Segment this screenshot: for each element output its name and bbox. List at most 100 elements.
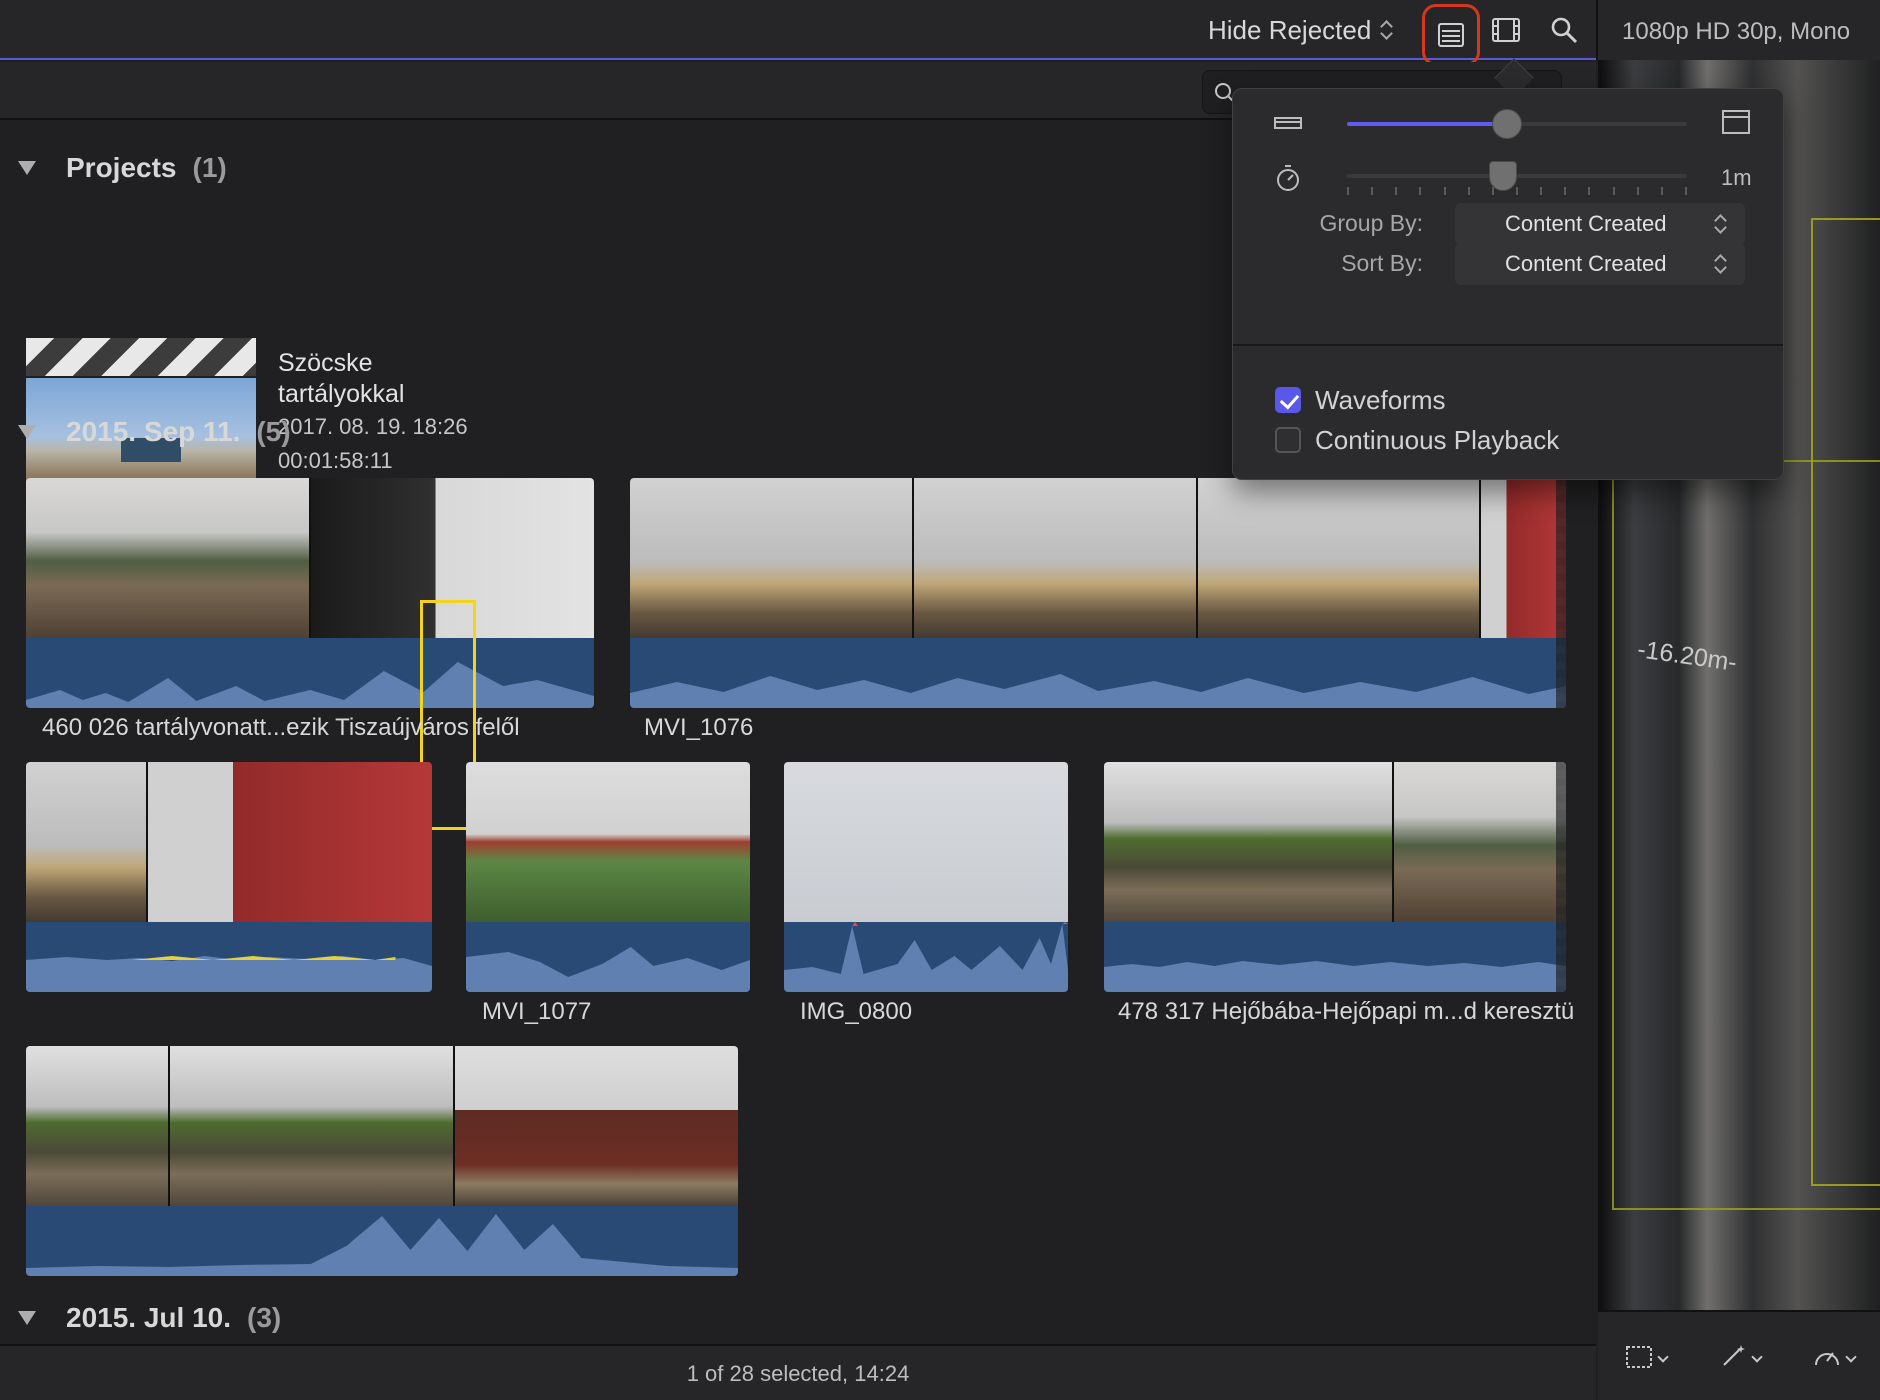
date-section-header-sep[interactable]: 2015. Sep 11. (5) — [18, 416, 291, 448]
speedometer-icon — [1815, 1352, 1839, 1366]
audio-waveform — [1104, 922, 1566, 992]
filmstrip-icon — [1492, 18, 1520, 42]
magic-wand-icon — [1723, 1345, 1745, 1366]
clip-name: IMG_0800 — [800, 998, 913, 1025]
selection-status: 1 of 28 selected, 14:24 — [686, 1361, 910, 1386]
clip-name: MVI_1077 — [482, 998, 592, 1025]
date-section-header-jul[interactable]: 2015. Jul 10. (3) — [18, 1302, 281, 1334]
frame-image — [169, 1046, 455, 1206]
clip-appearance-button[interactable] — [1422, 4, 1480, 66]
clip-frames — [26, 478, 594, 638]
project-date: 2017. 08. 19. 18:26 — [278, 414, 468, 439]
clip-frames — [26, 762, 432, 922]
up-down-icon — [1713, 251, 1727, 277]
clip-name: MVI_1076 — [644, 714, 754, 741]
browser-toolbar: Hide Rejected — [0, 0, 1596, 66]
project-title-line2: tartályokkal — [278, 380, 405, 408]
transform-menu[interactable] — [1618, 1337, 1672, 1377]
waveforms-option[interactable]: Waveforms — [1275, 385, 1446, 415]
popover-divider — [1233, 344, 1783, 346]
frame-image — [454, 1046, 738, 1206]
clip-name: 460 026 tartályvonatt...ezik Tiszaújváro… — [42, 714, 520, 741]
browser-status-bar: 1 of 28 selected, 14:24 — [0, 1344, 1596, 1400]
frame-image — [26, 1046, 170, 1206]
clip-height-large-icon — [1722, 110, 1750, 134]
project-title-line1: Szöcske — [278, 349, 373, 377]
clip-frames — [784, 762, 1068, 922]
frame-image — [913, 478, 1198, 638]
sort-by-select[interactable]: Content Created — [1455, 243, 1745, 285]
filmstrip-view-button[interactable] — [1484, 8, 1528, 52]
clip-frames — [26, 1046, 738, 1206]
frame-image — [1104, 762, 1394, 922]
clip-edge — [1556, 478, 1566, 708]
final-cut-pro-browser: Hide Rejected 1080p HD 30p, Mono Project… — [0, 0, 1880, 1400]
clip-height-small-icon — [1274, 117, 1302, 129]
enhancement-menu[interactable] — [1712, 1337, 1766, 1377]
slider-knob[interactable] — [1491, 109, 1522, 139]
clip-frames — [1104, 762, 1566, 922]
continuous-playback-option[interactable]: Continuous Playback — [1275, 425, 1559, 455]
frame-image — [630, 478, 914, 638]
clip-thumbnail[interactable] — [466, 762, 750, 992]
clip-appearance-popover: 1m Group By: Content Created Sort By: Co… — [1232, 88, 1784, 480]
chevron-down-icon — [1657, 1351, 1669, 1363]
clip-thumbnail[interactable] — [1104, 762, 1566, 992]
retime-menu[interactable] — [1806, 1337, 1860, 1377]
audio-waveform — [466, 922, 750, 992]
audio-waveform — [26, 638, 594, 708]
waveforms-label: Waveforms — [1315, 384, 1446, 415]
stopwatch-icon — [1277, 165, 1299, 191]
section-count: (1) — [192, 152, 227, 183]
clip-height-slider[interactable] — [1347, 109, 1687, 139]
clip-thumbnail[interactable] — [26, 478, 594, 708]
duration-slider[interactable] — [1347, 161, 1687, 195]
frame-image — [784, 762, 1068, 922]
project-duration: 00:01:58:11 — [278, 448, 393, 473]
disclosure-triangle-icon[interactable] — [18, 161, 36, 175]
continuous-playback-checkbox[interactable] — [1275, 427, 1301, 453]
viewer-toolbar — [1598, 1310, 1880, 1400]
viewer-controls — [1598, 1332, 1880, 1382]
frame-image — [26, 762, 148, 922]
projects-section-header[interactable]: Projects (1) — [18, 152, 227, 184]
clip-filter-select[interactable]: Hide Rejected — [1208, 13, 1393, 47]
search-button[interactable] — [1542, 8, 1586, 52]
frame-image — [466, 762, 750, 922]
clip-appearance-icon — [1438, 23, 1464, 47]
frame-image — [1481, 478, 1566, 638]
chevron-down-icon — [1845, 1351, 1857, 1363]
search-icon — [1551, 17, 1578, 44]
slider-fill — [1347, 122, 1507, 126]
frame-image — [1393, 762, 1566, 922]
continuous-playback-label: Continuous Playback — [1315, 424, 1560, 455]
project-info: Szöcske tartályokkal 2017. 08. 19. 18:26… — [278, 348, 578, 478]
section-count: (5) — [256, 416, 291, 447]
section-title: 2015. Sep 11. — [66, 416, 241, 447]
waveforms-checkbox[interactable] — [1275, 387, 1301, 413]
section-title: 2015. Jul 10. — [66, 1302, 232, 1333]
clip-name: 478 317 Hejőbába-Hejőpapi m...d keresztü — [1118, 998, 1575, 1025]
clapperboard-icon — [26, 338, 256, 376]
up-down-icon — [1379, 17, 1393, 43]
audio-waveform — [784, 922, 1068, 992]
up-down-icon — [1713, 211, 1727, 237]
slider-ticks — [1347, 187, 1687, 197]
group-by-select[interactable]: Content Created — [1455, 203, 1745, 245]
sort-by-value: Content Created — [1505, 251, 1667, 276]
disclosure-triangle-icon[interactable] — [18, 425, 36, 439]
transform-icon — [1626, 1346, 1652, 1368]
frame-image — [26, 478, 311, 638]
clip-thumbnail[interactable] — [784, 762, 1068, 992]
clip-thumbnail[interactable] — [26, 1046, 738, 1276]
section-count: (3) — [247, 1302, 282, 1333]
disclosure-triangle-icon[interactable] — [18, 1311, 36, 1325]
audio-waveform — [26, 922, 432, 992]
chevron-down-icon — [1751, 1351, 1763, 1363]
audio-waveform — [630, 638, 1566, 708]
sort-by-label: Sort By: — [1341, 250, 1423, 276]
duration-value: 1m — [1721, 165, 1752, 190]
audio-waveform — [26, 1206, 738, 1276]
clip-thumbnail[interactable] — [26, 762, 432, 992]
clip-thumbnail[interactable] — [630, 478, 1566, 708]
